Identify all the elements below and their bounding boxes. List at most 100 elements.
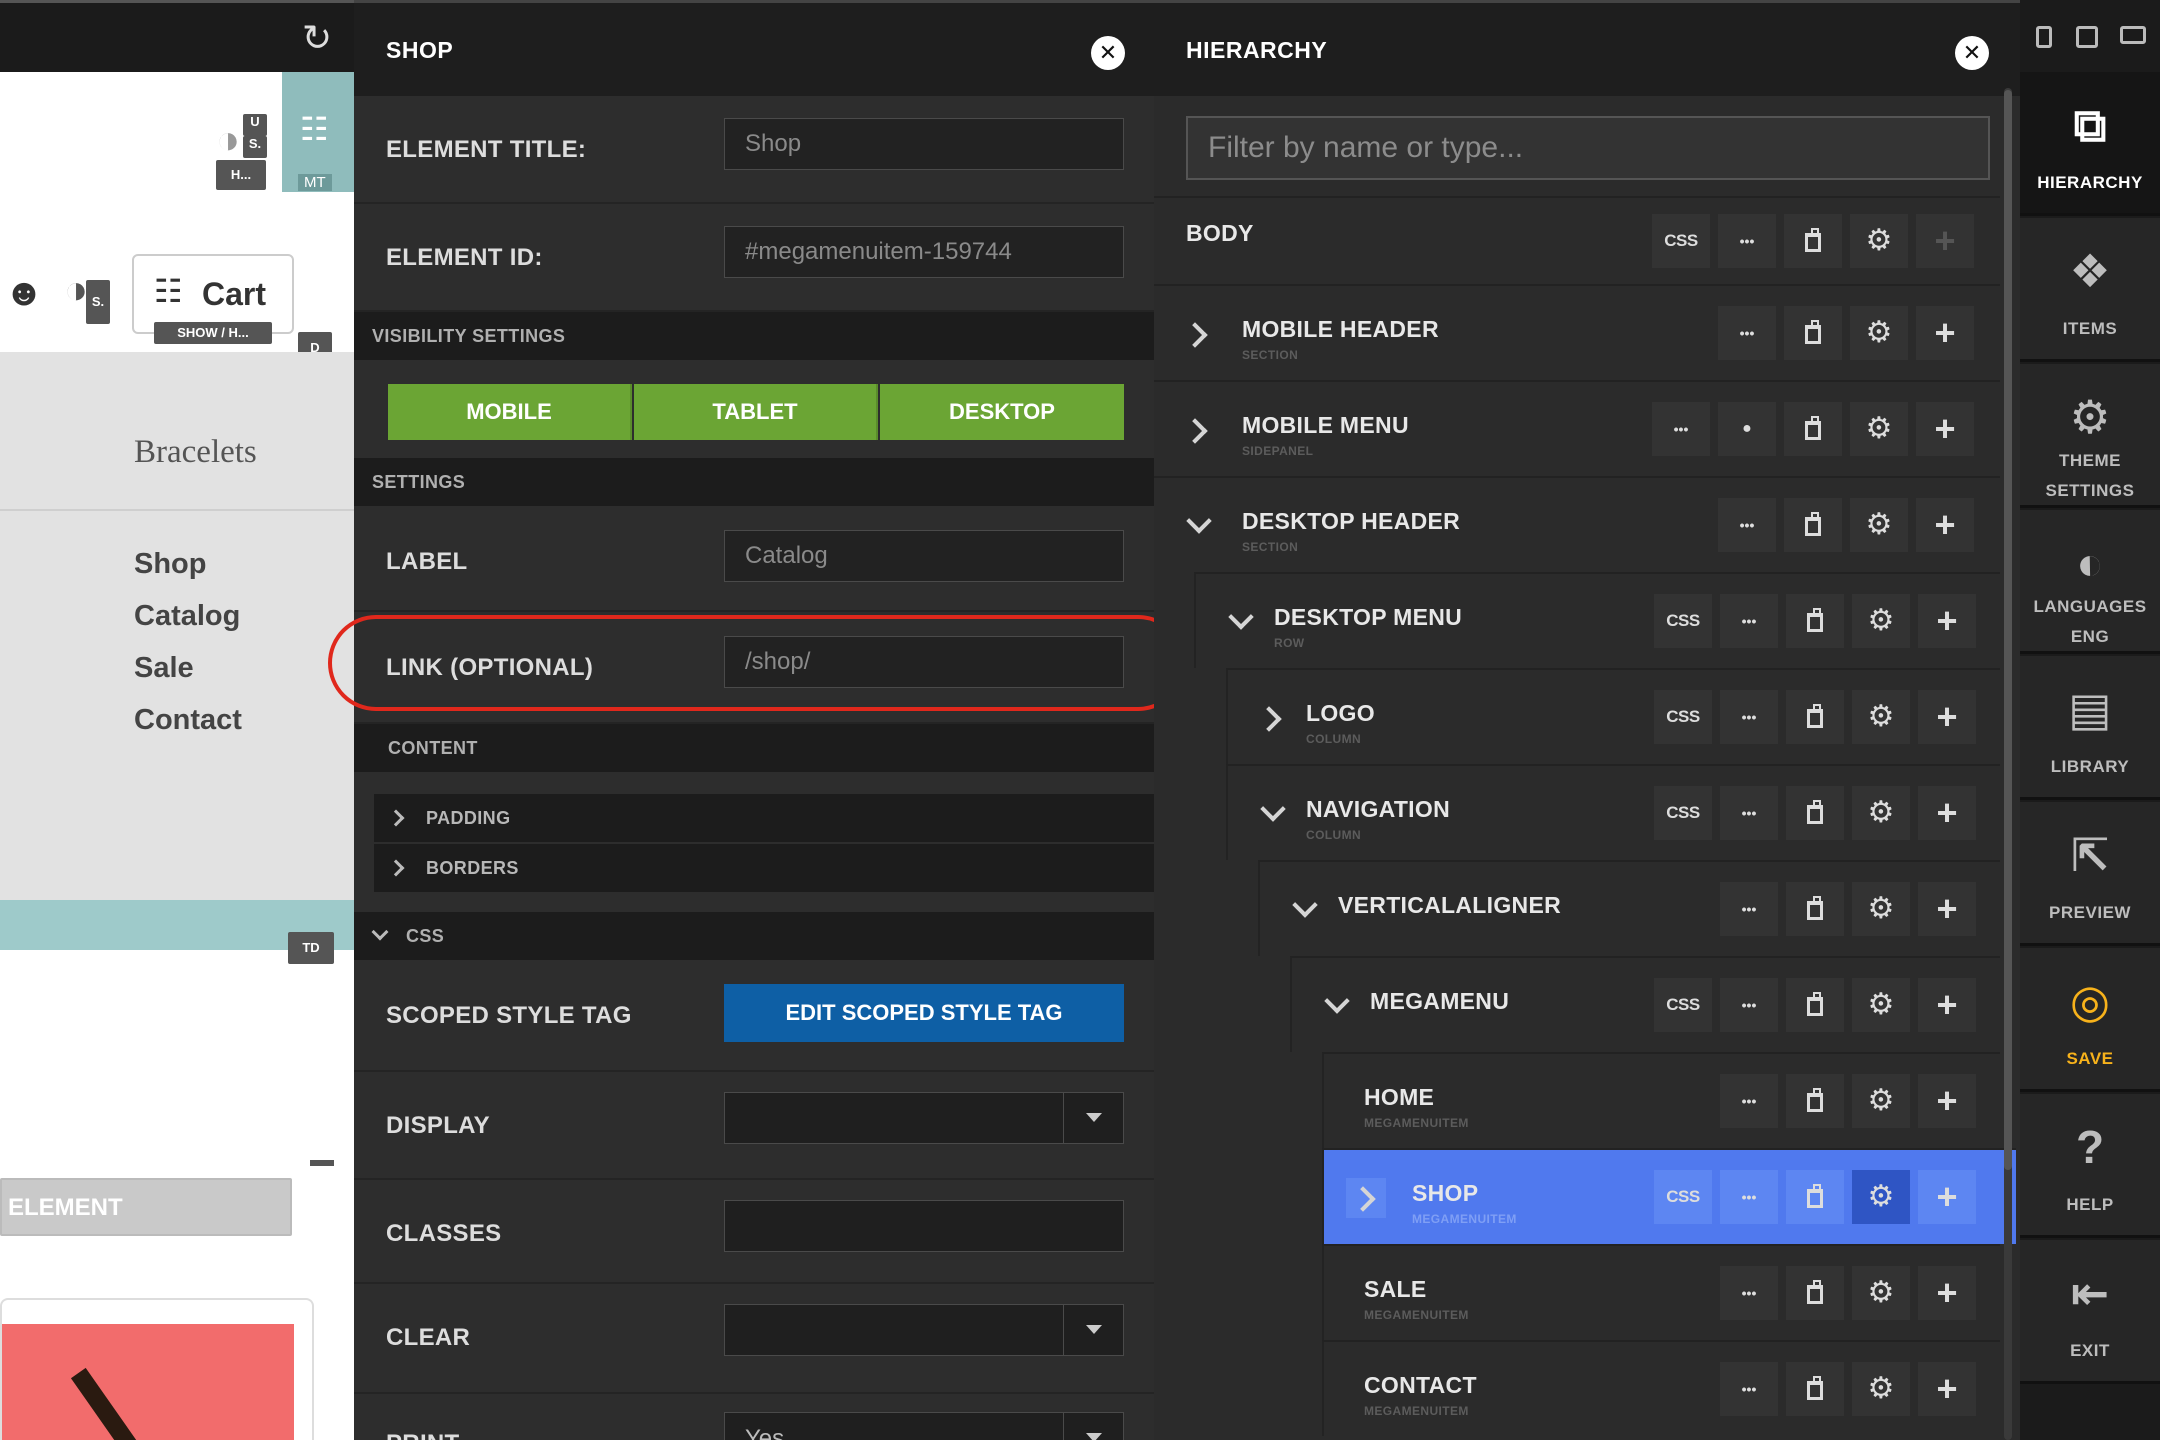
mobile-device-icon[interactable] bbox=[2036, 26, 2052, 48]
add-icon[interactable]: + bbox=[1918, 978, 1976, 1032]
css-icon[interactable]: CSS bbox=[1654, 594, 1712, 648]
refresh-icon[interactable]: ↻ bbox=[302, 17, 332, 59]
gear-icon[interactable]: ⚙ bbox=[1852, 690, 1910, 744]
css-icon[interactable]: CSS bbox=[1654, 1170, 1712, 1224]
hierarchy-row-mobile-header[interactable]: MOBILE HEADER SECTION ••• ⚙ + bbox=[1154, 284, 2000, 380]
tablet-toggle[interactable]: TABLET bbox=[634, 384, 878, 440]
hierarchy-row-megamenu[interactable]: MEGAMENU CSS ••• ⚙ + bbox=[1290, 956, 2000, 1052]
label-input[interactable] bbox=[724, 530, 1124, 582]
chevron-right-icon[interactable] bbox=[1346, 1178, 1386, 1218]
gear-icon[interactable]: ⚙ bbox=[1852, 882, 1910, 936]
display-select[interactable] bbox=[724, 1092, 1124, 1144]
sidebar-item-hierarchy[interactable]: ⧉ HIERARCHY bbox=[2020, 72, 2160, 216]
preview-mini-cart[interactable]: ☷ MT bbox=[282, 72, 354, 192]
more-icon[interactable]: ••• bbox=[1720, 882, 1778, 936]
chevron-right-icon[interactable] bbox=[1252, 698, 1292, 738]
add-icon[interactable]: + bbox=[1918, 594, 1976, 648]
hierarchy-row-sale[interactable]: SALE MEGAMENUITEM ••• ⚙ + bbox=[1322, 1244, 2000, 1340]
css-icon[interactable]: CSS bbox=[1652, 214, 1710, 268]
more-icon[interactable]: ••• bbox=[1720, 1266, 1778, 1320]
trash-icon[interactable] bbox=[1784, 214, 1842, 268]
menu-item-shop[interactable]: Shop bbox=[134, 548, 207, 581]
sidebar-item-languages[interactable]: ◐ LANGUAGES ENG bbox=[2020, 510, 2160, 654]
preview-handle[interactable] bbox=[310, 1160, 334, 1166]
trash-icon[interactable] bbox=[1786, 594, 1844, 648]
chevron-down-icon[interactable] bbox=[1220, 602, 1260, 642]
more-icon[interactable]: ••• bbox=[1718, 214, 1776, 268]
padding-toggle[interactable]: PADDING bbox=[374, 794, 1154, 842]
trash-icon[interactable] bbox=[1786, 882, 1844, 936]
lightbulb-icon[interactable]: ● bbox=[1718, 402, 1776, 456]
trash-icon[interactable] bbox=[1784, 498, 1842, 552]
css-heading[interactable]: CSS bbox=[354, 912, 1154, 960]
chevron-down-icon[interactable] bbox=[1316, 986, 1356, 1026]
more-icon[interactable]: ••• bbox=[1720, 1362, 1778, 1416]
gear-icon[interactable]: ⚙ bbox=[1852, 786, 1910, 840]
add-icon[interactable]: + bbox=[1916, 306, 1974, 360]
add-icon[interactable]: + bbox=[1916, 402, 1974, 456]
sidebar-item-help[interactable]: ? HELP bbox=[2020, 1094, 2160, 1238]
add-icon[interactable]: + bbox=[1918, 1074, 1976, 1128]
scrollbar-thumb[interactable] bbox=[2004, 90, 2012, 1170]
hierarchy-row-shop[interactable]: SHOP MEGAMENUITEM CSS ••• ⚙ + bbox=[1322, 1148, 2016, 1244]
more-icon[interactable]: ••• bbox=[1652, 402, 1710, 456]
chevron-down-icon[interactable] bbox=[1284, 890, 1324, 930]
chevron-down-icon[interactable] bbox=[1178, 506, 1218, 546]
add-icon[interactable]: + bbox=[1918, 1362, 1976, 1416]
mobile-toggle[interactable]: MOBILE bbox=[388, 384, 632, 440]
sidebar-item-items[interactable]: ❖ ITEMS bbox=[2020, 218, 2160, 362]
gear-icon[interactable]: ⚙ bbox=[1850, 402, 1908, 456]
borders-toggle[interactable]: BORDERS bbox=[374, 844, 1154, 892]
trash-icon[interactable] bbox=[1786, 1362, 1844, 1416]
classes-input[interactable] bbox=[724, 1200, 1124, 1252]
sidebar-item-preview[interactable]: ⇱ PREVIEW bbox=[2020, 802, 2160, 946]
menu-item-catalog[interactable]: Catalog bbox=[134, 600, 240, 633]
trash-icon[interactable] bbox=[1786, 786, 1844, 840]
more-icon[interactable]: ••• bbox=[1720, 690, 1778, 744]
trash-icon[interactable] bbox=[1786, 1170, 1844, 1224]
sidebar-item-save[interactable]: ◎ SAVE bbox=[2020, 948, 2160, 1092]
sidebar-item-library[interactable]: ▤ LIBRARY bbox=[2020, 656, 2160, 800]
add-icon[interactable]: + bbox=[1918, 1170, 1976, 1224]
hierarchy-row-contact[interactable]: CONTACT MEGAMENUITEM ••• ⚙ + bbox=[1322, 1340, 2000, 1436]
css-icon[interactable]: CSS bbox=[1654, 978, 1712, 1032]
filter-input[interactable] bbox=[1186, 116, 1990, 180]
trash-icon[interactable] bbox=[1786, 690, 1844, 744]
chevron-right-icon[interactable] bbox=[1178, 314, 1218, 354]
chevron-right-icon[interactable] bbox=[1178, 410, 1218, 450]
more-icon[interactable]: ••• bbox=[1720, 978, 1778, 1032]
menu-item-contact[interactable]: Contact bbox=[134, 704, 242, 737]
more-icon[interactable]: ••• bbox=[1720, 1170, 1778, 1224]
product-card[interactable] bbox=[0, 1298, 314, 1440]
print-select[interactable]: Yes bbox=[724, 1412, 1124, 1440]
user-icon[interactable]: ☻ bbox=[4, 272, 44, 315]
trash-icon[interactable] bbox=[1784, 402, 1842, 456]
element-id-input[interactable] bbox=[724, 226, 1124, 278]
add-icon[interactable]: + bbox=[1918, 786, 1976, 840]
close-icon[interactable]: ✕ bbox=[1955, 36, 1989, 70]
add-element-button[interactable]: ELEMENT bbox=[0, 1178, 292, 1236]
hierarchy-row-desktop-header[interactable]: DESKTOP HEADER SECTION ••• ⚙ + bbox=[1154, 476, 2000, 572]
close-icon[interactable]: ✕ bbox=[1091, 36, 1125, 70]
add-icon[interactable]: + bbox=[1918, 882, 1976, 936]
trash-icon[interactable] bbox=[1786, 1266, 1844, 1320]
css-icon[interactable]: CSS bbox=[1654, 786, 1712, 840]
gear-icon[interactable]: ⚙ bbox=[1852, 1170, 1910, 1224]
hierarchy-row-logo[interactable]: LOGO COLUMN CSS ••• ⚙ + bbox=[1226, 668, 2000, 764]
tablet-device-icon[interactable] bbox=[2076, 26, 2098, 48]
hierarchy-row-body[interactable]: BODY CSS ••• ⚙ + bbox=[1154, 196, 2000, 284]
hierarchy-row-mobile-menu[interactable]: MOBILE MENU SIDEPANEL ••• ● ⚙ + bbox=[1154, 380, 2000, 476]
element-title-input[interactable] bbox=[724, 118, 1124, 170]
hierarchy-row-navigation[interactable]: NAVIGATION COLUMN CSS ••• ⚙ + bbox=[1226, 764, 2000, 860]
gear-icon[interactable]: ⚙ bbox=[1850, 306, 1908, 360]
more-icon[interactable]: ••• bbox=[1720, 1074, 1778, 1128]
hierarchy-row-home[interactable]: HOME MEGAMENUITEM ••• ⚙ + bbox=[1322, 1052, 2000, 1148]
gear-icon[interactable]: ⚙ bbox=[1852, 594, 1910, 648]
gear-icon[interactable]: ⚙ bbox=[1852, 978, 1910, 1032]
gear-icon[interactable]: ⚙ bbox=[1850, 214, 1908, 268]
hierarchy-row-desktop-menu[interactable]: DESKTOP MENU ROW CSS ••• ⚙ + bbox=[1194, 572, 2000, 668]
menu-item-sale[interactable]: Sale bbox=[134, 652, 194, 685]
more-icon[interactable]: ••• bbox=[1720, 594, 1778, 648]
chevron-down-icon[interactable] bbox=[1252, 794, 1292, 834]
edit-scoped-style-button[interactable]: EDIT SCOPED STYLE TAG bbox=[724, 984, 1124, 1042]
